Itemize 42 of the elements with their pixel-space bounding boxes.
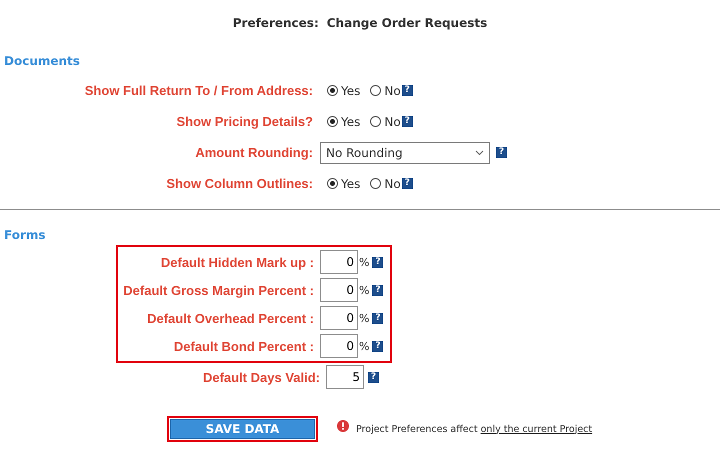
section-heading: Documents (3, 54, 81, 68)
number-field[interactable]: 0 (320, 306, 358, 330)
field-label: Show Pricing Details? (175, 114, 313, 129)
number-field[interactable]: 0 (320, 334, 358, 358)
page-title-label: Preferences: (232, 16, 319, 32)
radio-option[interactable]: Yes (327, 176, 360, 190)
notice-link[interactable]: only the current Project (480, 424, 592, 434)
help-icon[interactable]: ? (372, 256, 384, 268)
field-label: Default Days Valid: (202, 370, 320, 384)
field-label: Default Gross Margin Percent : (122, 282, 314, 298)
help-icon[interactable]: ? (368, 372, 379, 382)
number-field[interactable]: 0 (320, 278, 358, 302)
radio-option[interactable]: No (370, 114, 401, 128)
field-label: Show Column Outlines: (165, 176, 313, 191)
rounding-dropdown[interactable]: No Rounding (320, 142, 490, 164)
page-title: Change Order Requests (326, 16, 488, 32)
number-field[interactable]: 5 (326, 365, 364, 389)
percent-unit: % (359, 340, 370, 352)
number-field[interactable]: 0 (320, 250, 358, 274)
field-label: Default Bond Percent : (172, 338, 314, 354)
help-icon[interactable]: ? (402, 85, 413, 96)
help-icon[interactable]: ? (496, 147, 507, 158)
chevron-icon (475, 150, 484, 156)
help-icon[interactable]: ? (372, 340, 384, 352)
field-label: Amount Rounding: (194, 145, 313, 160)
help-icon[interactable]: ? (372, 284, 384, 296)
percent-unit: % (359, 312, 370, 324)
field-label: Show Full Return To / From Address: (84, 83, 313, 98)
percent-unit: % (359, 284, 370, 296)
radio-option[interactable]: No (370, 84, 401, 98)
section-heading: Forms (3, 228, 47, 242)
field-label: Default Overhead Percent : (146, 310, 314, 326)
help-icon[interactable]: ? (402, 116, 413, 127)
radio-option[interactable]: Yes (327, 114, 360, 128)
alert-icon (337, 420, 349, 432)
percent-unit: % (359, 256, 370, 268)
radio-option[interactable]: Yes (327, 84, 360, 98)
notice-text: Project Preferences affect only the current Project (356, 424, 592, 434)
radio-option[interactable]: No (370, 176, 401, 190)
help-icon[interactable]: ? (372, 312, 384, 324)
help-icon[interactable]: ? (402, 178, 413, 189)
field-label: Default Hidden Mark up : (160, 254, 314, 270)
